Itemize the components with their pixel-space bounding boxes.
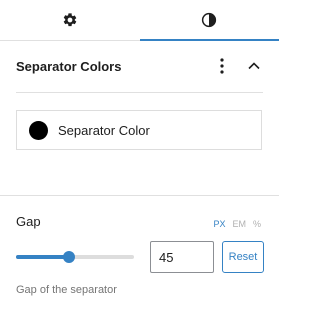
tab-settings[interactable]	[0, 0, 140, 40]
gap-slider[interactable]	[16, 249, 134, 265]
panel-header[interactable]: Separator Colors	[16, 40, 263, 93]
unit-percent[interactable]: %	[253, 219, 261, 229]
chevron-up-icon[interactable]	[245, 56, 263, 76]
more-options-icon[interactable]	[213, 56, 231, 76]
gap-value-input[interactable]	[150, 241, 214, 273]
tab-styles[interactable]	[139, 0, 280, 41]
unit-em[interactable]: EM	[232, 219, 246, 229]
gap-help-text: Gap of the separator	[16, 284, 117, 296]
separator-color-item[interactable]: Separator Color	[16, 110, 262, 150]
color-item-label: Separator Color	[58, 122, 150, 138]
reset-button[interactable]: Reset	[222, 241, 264, 273]
slider-fill	[16, 255, 70, 259]
unit-selector: PX EM %	[213, 219, 261, 229]
section-divider	[0, 195, 279, 196]
panel-header-actions	[213, 56, 263, 76]
gap-label: Gap	[16, 214, 41, 229]
color-swatch	[29, 120, 48, 140]
contrast-icon	[200, 11, 218, 29]
unit-px[interactable]: PX	[213, 219, 225, 229]
inspector-tabs	[0, 0, 279, 41]
slider-thumb[interactable]	[63, 251, 76, 263]
gear-icon	[62, 12, 78, 28]
panel-title: Separator Colors	[16, 58, 122, 74]
